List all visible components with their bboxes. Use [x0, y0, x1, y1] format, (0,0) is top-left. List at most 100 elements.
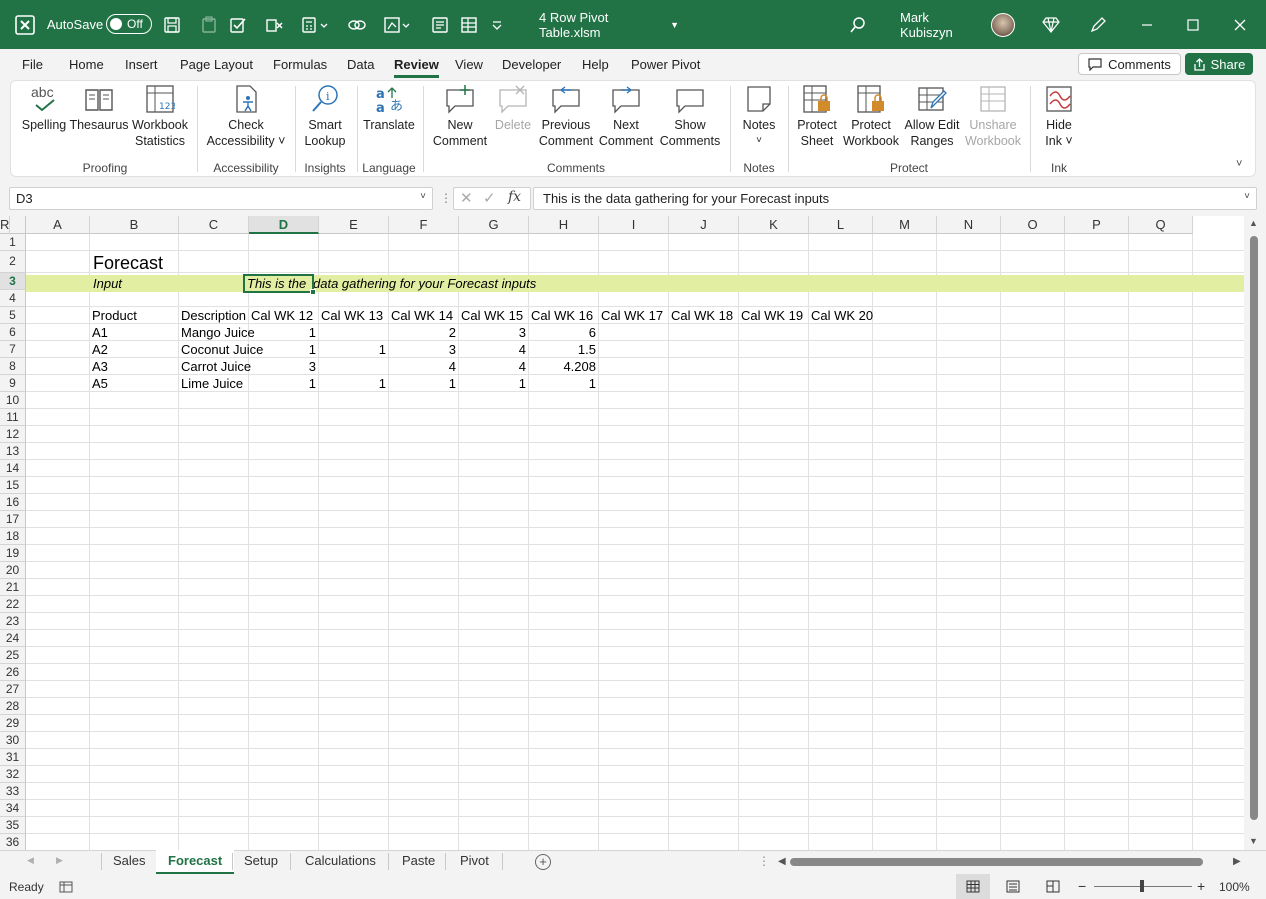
- column-header-o[interactable]: O: [1001, 216, 1065, 234]
- row-header-20[interactable]: 20: [0, 562, 26, 579]
- product-cell[interactable]: A2: [92, 341, 108, 358]
- share-button[interactable]: Share: [1185, 53, 1253, 75]
- tab-developer[interactable]: Developer: [502, 57, 561, 72]
- tab-page-layout[interactable]: Page Layout: [180, 57, 253, 72]
- row-header-14[interactable]: 14: [0, 460, 26, 477]
- scroll-down-icon[interactable]: ▼: [1249, 836, 1258, 846]
- row-header-23[interactable]: 23: [0, 613, 26, 630]
- scroll-right-icon[interactable]: ▶: [1233, 856, 1241, 867]
- description-cell[interactable]: Mango Juice: [181, 324, 255, 341]
- horizontal-scroll-thumb[interactable]: [790, 858, 1203, 866]
- value-cell-wk13[interactable]: 1: [319, 375, 386, 392]
- column-header-q[interactable]: Q: [1129, 216, 1193, 234]
- sheet-tab-pivot[interactable]: Pivot: [448, 850, 501, 874]
- diamond-icon[interactable]: [1039, 0, 1063, 49]
- formula-input[interactable]: This is the data gathering for your Fore…: [533, 187, 1257, 210]
- header-cell[interactable]: Cal WK 13: [321, 307, 383, 324]
- row-header-24[interactable]: 24: [0, 630, 26, 647]
- user-name[interactable]: Mark Kubiszyn: [900, 0, 984, 49]
- row-header-17[interactable]: 17: [0, 511, 26, 528]
- row-header-32[interactable]: 32: [0, 766, 26, 783]
- protect-workbook-button[interactable]: Protect Workbook: [841, 84, 901, 149]
- value-cell-wk16[interactable]: 4.208: [529, 358, 596, 375]
- column-header-e[interactable]: E: [319, 216, 389, 234]
- row-header-31[interactable]: 31: [0, 749, 26, 766]
- sheet-tab-forecast[interactable]: Forecast: [156, 850, 235, 874]
- row-header-9[interactable]: 9: [0, 375, 26, 392]
- previous-comment-button[interactable]: Previous Comment: [536, 84, 596, 149]
- row-header-34[interactable]: 34: [0, 800, 26, 817]
- prev-sheet-icon[interactable]: ◀: [27, 855, 34, 866]
- column-header-l[interactable]: L: [809, 216, 873, 234]
- sheet-tab-paste[interactable]: Paste: [390, 850, 447, 874]
- table-icon[interactable]: [457, 0, 481, 49]
- value-cell-wk12[interactable]: 1: [249, 324, 316, 341]
- file-title[interactable]: 4 Row Pivot Table.xlsm ▼: [539, 0, 679, 49]
- next-comment-button[interactable]: Next Comment: [597, 84, 655, 149]
- show-comments-button[interactable]: Show Comments: [657, 84, 723, 149]
- new-comment-button[interactable]: New Comment: [430, 84, 490, 149]
- enter-icon[interactable]: ✓: [483, 189, 496, 207]
- header-cell[interactable]: Cal WK 19: [741, 307, 803, 324]
- row-header-25[interactable]: 25: [0, 647, 26, 664]
- allow-edit-ranges-button[interactable]: Allow Edit Ranges: [902, 84, 962, 149]
- value-cell-wk15[interactable]: 3: [459, 324, 526, 341]
- row-header-29[interactable]: 29: [0, 715, 26, 732]
- tab-help[interactable]: Help: [582, 57, 609, 72]
- description-cell[interactable]: Carrot Juice: [181, 358, 251, 375]
- row-header-30[interactable]: 30: [0, 732, 26, 749]
- column-header-p[interactable]: P: [1065, 216, 1129, 234]
- value-cell-wk14[interactable]: 1: [389, 375, 456, 392]
- value-cell-wk14[interactable]: 4: [389, 358, 456, 375]
- cancel-icon[interactable]: ✕: [460, 189, 473, 207]
- row-header-7[interactable]: 7: [0, 341, 26, 358]
- product-cell[interactable]: A1: [92, 324, 108, 341]
- column-header-k[interactable]: K: [739, 216, 809, 234]
- vertical-scrollbar[interactable]: ▲ ▼: [1244, 216, 1266, 850]
- column-header-c[interactable]: C: [179, 216, 249, 234]
- description-cell[interactable]: Lime Juice: [181, 375, 243, 392]
- column-header-h[interactable]: H: [529, 216, 599, 234]
- column-header-n[interactable]: N: [937, 216, 1001, 234]
- header-cell[interactable]: Cal WK 18: [671, 307, 733, 324]
- row-header-3[interactable]: 3: [0, 273, 26, 290]
- column-header-i[interactable]: I: [599, 216, 669, 234]
- page-layout-view-icon[interactable]: [1006, 880, 1020, 893]
- search-icon[interactable]: [846, 0, 870, 49]
- product-cell[interactable]: A3: [92, 358, 108, 375]
- value-cell-wk16[interactable]: 1.5: [529, 341, 596, 358]
- scroll-left-icon[interactable]: ◀: [778, 856, 786, 867]
- value-cell-wk15[interactable]: 1: [459, 375, 526, 392]
- collapse-ribbon-icon[interactable]: ˅: [1236, 158, 1242, 170]
- zoom-in-icon[interactable]: +: [1197, 878, 1205, 894]
- zoom-slider-thumb[interactable]: [1140, 880, 1144, 892]
- value-cell-wk15[interactable]: 4: [459, 358, 526, 375]
- chevron-down-icon[interactable]: ˅: [420, 191, 426, 202]
- delete-comment-button[interactable]: Delete: [492, 84, 534, 133]
- row-header-28[interactable]: 28: [0, 698, 26, 715]
- sheet-title[interactable]: Forecast: [93, 252, 163, 274]
- close-button[interactable]: [1216, 0, 1264, 49]
- avatar[interactable]: [991, 13, 1015, 37]
- column-header-d[interactable]: D: [249, 216, 319, 234]
- calculator-dropdown-icon[interactable]: [298, 0, 334, 49]
- column-header-j[interactable]: J: [669, 216, 739, 234]
- link-icon[interactable]: [345, 0, 369, 49]
- translate-button[interactable]: aaあ Translate: [362, 84, 416, 133]
- active-cell-selection[interactable]: [243, 274, 314, 293]
- row-header-4[interactable]: 4: [0, 290, 26, 307]
- row-header-12[interactable]: 12: [0, 426, 26, 443]
- horizontal-scrollbar[interactable]: ◀ ▶: [778, 856, 1244, 868]
- tab-insert[interactable]: Insert: [125, 57, 158, 72]
- value-cell-wk16[interactable]: 6: [529, 324, 596, 341]
- column-header-m[interactable]: M: [873, 216, 937, 234]
- header-cell[interactable]: Cal WK 14: [391, 307, 453, 324]
- column-header-f[interactable]: F: [389, 216, 459, 234]
- next-sheet-icon[interactable]: ▶: [56, 855, 63, 866]
- value-cell-wk12[interactable]: 3: [249, 358, 316, 375]
- row-header-18[interactable]: 18: [0, 528, 26, 545]
- checklist-icon[interactable]: [226, 0, 250, 49]
- value-cell-wk12[interactable]: 1: [249, 375, 316, 392]
- row-header-1[interactable]: 1: [0, 234, 26, 251]
- tab-formulas[interactable]: Formulas: [273, 57, 327, 72]
